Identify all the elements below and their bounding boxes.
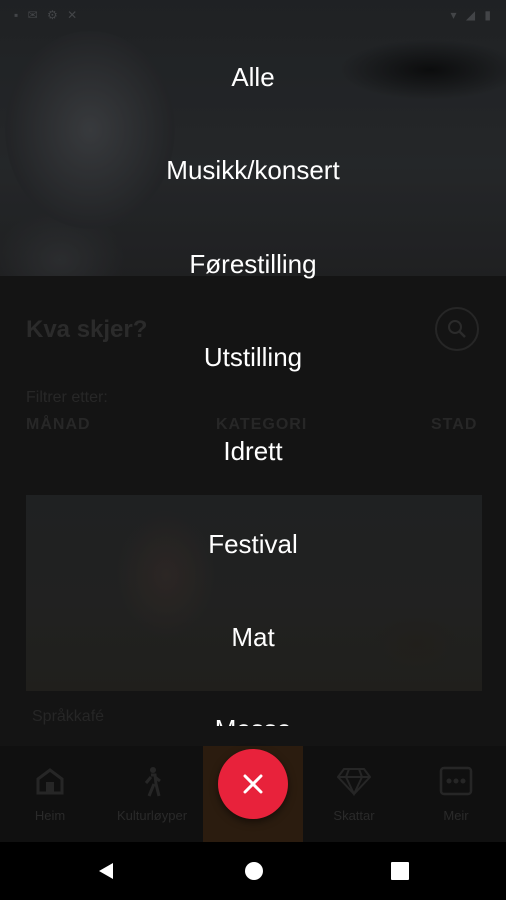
close-icon [243, 774, 263, 794]
app-screen: ▪ ✉ ⚙ ✕ ▾ ◢ ▮ Kva skjer? Filtrer etter: … [0, 0, 506, 842]
category-menu-overlay: Alle Musikk/konsert Førestilling Utstill… [0, 0, 506, 842]
menu-clip: Messe [0, 700, 506, 726]
menu-item-food[interactable]: Mat [0, 622, 506, 653]
recents-square-icon[interactable] [390, 861, 410, 881]
system-navigation-bar [0, 842, 506, 900]
menu-item-fair[interactable]: Messe [0, 714, 506, 726]
home-circle-icon[interactable] [244, 861, 264, 881]
menu-item-all[interactable]: Alle [0, 62, 506, 93]
menu-item-exhibition[interactable]: Utstilling [0, 342, 506, 373]
menu-item-music-concert[interactable]: Musikk/konsert [0, 155, 506, 186]
menu-item-performance[interactable]: Førestilling [0, 249, 506, 280]
close-menu-button[interactable] [218, 749, 288, 819]
menu-item-sports[interactable]: Idrett [0, 436, 506, 467]
back-icon[interactable] [96, 861, 116, 881]
menu-item-festival[interactable]: Festival [0, 529, 506, 560]
